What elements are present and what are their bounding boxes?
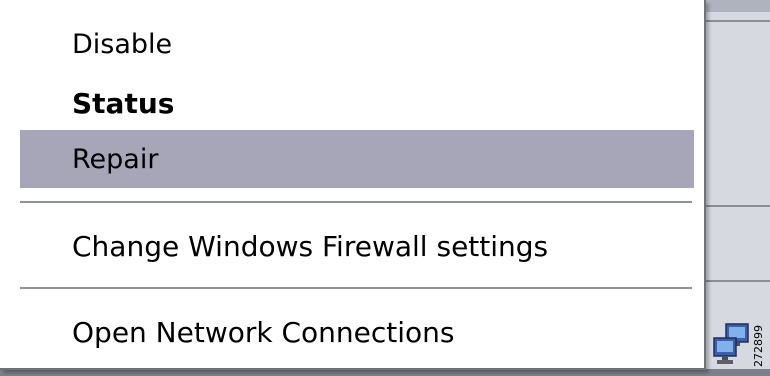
menu-item-disable[interactable]: Disable	[20, 20, 694, 68]
window-edge	[700, 0, 770, 12]
menu-item-open-network-connections[interactable]: Open Network Connections	[20, 305, 694, 359]
background-divider	[700, 20, 770, 22]
background-divider	[700, 205, 770, 207]
menu-item-status[interactable]: Status	[20, 77, 694, 129]
menu-separator	[20, 287, 692, 290]
taskbar	[0, 369, 770, 376]
menu-separator	[20, 201, 692, 204]
menu-item-change-firewall-settings[interactable]: Change Windows Firewall settings	[20, 218, 694, 274]
network-connections-icon[interactable]	[712, 322, 752, 366]
figure-id-label: 272899	[752, 325, 765, 367]
menu-item-repair[interactable]: Repair	[20, 130, 694, 188]
background-divider	[700, 280, 770, 282]
context-menu: Disable Status Repair Change Windows Fir…	[0, 0, 706, 370]
